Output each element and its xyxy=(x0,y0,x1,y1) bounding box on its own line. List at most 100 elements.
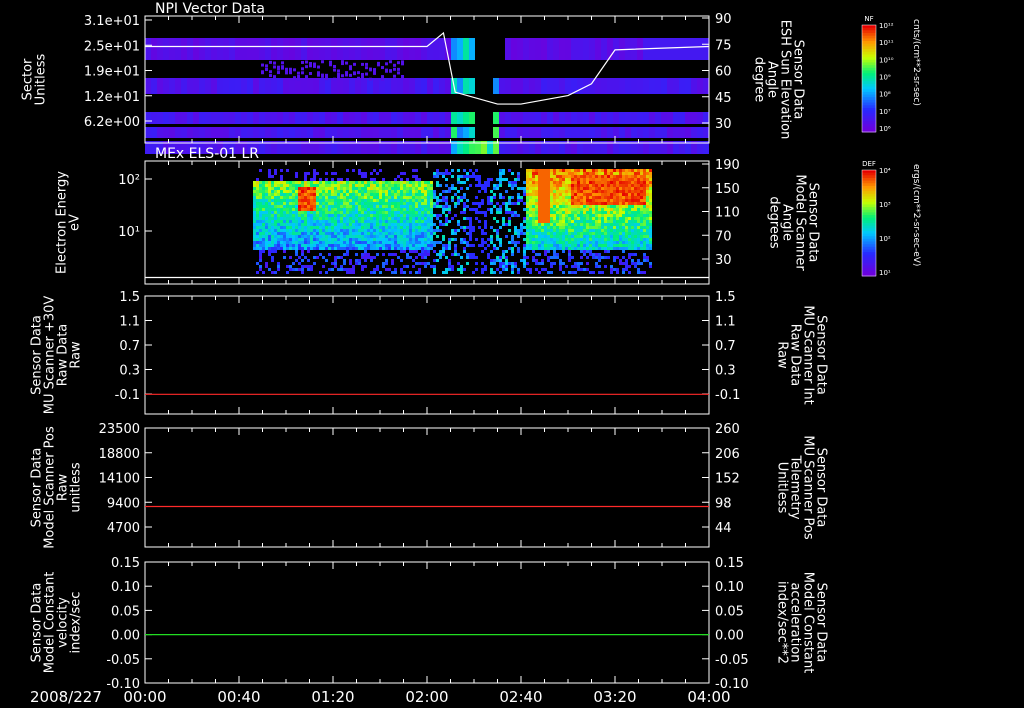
els-heatmap-cell xyxy=(586,202,589,205)
els-heatmap-cell xyxy=(619,169,622,172)
els-heatmap-cell xyxy=(421,205,424,208)
els-heatmap-cell xyxy=(607,199,610,202)
els-heatmap-cell xyxy=(280,217,283,220)
els-heatmap-cell xyxy=(445,172,448,175)
els-heatmap-cell xyxy=(382,202,385,205)
els-heatmap-cell xyxy=(358,187,361,190)
els-heatmap-cell xyxy=(580,223,583,226)
els-heatmap-cell xyxy=(622,214,625,217)
els-heatmap-cell xyxy=(595,193,598,196)
npi-heatmap-cell xyxy=(175,38,181,60)
els-heatmap-cell xyxy=(529,181,532,184)
els-heatmap-cell xyxy=(286,265,289,268)
els-heatmap-cell xyxy=(613,211,616,214)
els-heatmap-cell xyxy=(259,214,262,217)
els-heatmap-cell xyxy=(607,169,610,172)
els-heatmap-cell xyxy=(604,196,607,199)
els-heatmap-cell xyxy=(514,232,517,235)
els-heatmap-cell xyxy=(373,226,376,229)
els-heatmap-cell xyxy=(373,247,376,250)
els-heatmap-cell xyxy=(406,196,409,199)
npi-heatmap-cell xyxy=(577,127,583,138)
npi-heatmap-cell xyxy=(637,127,643,138)
els-heatmap-cell xyxy=(649,211,652,214)
els-heatmap-cell xyxy=(481,184,484,187)
els-heatmap-cell xyxy=(556,256,559,259)
els-heatmap-cell xyxy=(388,217,391,220)
els-heatmap-cell xyxy=(382,208,385,211)
els-heatmap-cell xyxy=(412,187,415,190)
npi-heatmap-cell xyxy=(259,78,265,94)
els-heatmap-cell xyxy=(565,232,568,235)
els-heatmap-cell xyxy=(385,235,388,238)
els-heatmap-cell xyxy=(415,199,418,202)
els-heatmap-cell xyxy=(382,217,385,220)
els-heatmap-cell xyxy=(526,262,529,265)
els-heatmap-cell xyxy=(628,196,631,199)
els-heatmap-cell xyxy=(280,241,283,244)
els-heatmap-cell xyxy=(553,172,556,175)
els-heatmap-cell xyxy=(295,223,298,226)
els-heatmap-cell xyxy=(328,190,331,193)
els-heatmap-cell xyxy=(613,235,616,238)
npi-heatmap-cell xyxy=(655,38,661,60)
els-heatmap-cell xyxy=(427,199,430,202)
els-heatmap-cell xyxy=(580,250,583,253)
els-heatmap-cell xyxy=(649,223,652,226)
els-heatmap-cell xyxy=(571,223,574,226)
els-heatmap-cell xyxy=(304,214,307,217)
els-heatmap-cell xyxy=(538,202,541,205)
els-heatmap-cell xyxy=(547,199,550,202)
els-heatmap-cell xyxy=(352,205,355,208)
npi-heatmap-cell xyxy=(631,127,637,138)
els-heatmap-cell xyxy=(391,229,394,232)
els-heatmap-cell xyxy=(349,214,352,217)
els-heatmap-cell xyxy=(472,253,475,256)
els-heatmap-cell xyxy=(505,235,508,238)
els-heatmap-cell xyxy=(562,181,565,184)
els-heatmap-cell xyxy=(406,208,409,211)
els-heatmap-cell xyxy=(538,199,541,202)
els-heatmap-cell xyxy=(256,181,259,184)
els-heatmap-cell xyxy=(472,244,475,247)
els-heatmap-cell xyxy=(625,229,628,232)
els-heatmap-cell xyxy=(346,169,349,172)
els-heatmap-cell xyxy=(343,214,346,217)
els-heatmap-cell xyxy=(433,202,436,205)
els-heatmap-cell xyxy=(529,202,532,205)
els-heatmap-cell xyxy=(286,247,289,250)
els-heatmap-cell xyxy=(310,187,313,190)
els-heatmap-cell xyxy=(595,229,598,232)
y-tick-label-right: -0.1 xyxy=(715,388,740,403)
npi-heatmap-cell xyxy=(565,78,571,94)
els-heatmap-cell xyxy=(565,181,568,184)
els-heatmap-cell xyxy=(544,175,547,178)
els-heatmap-cell xyxy=(592,214,595,217)
els-heatmap-cell xyxy=(523,259,526,262)
els-heatmap-cell xyxy=(595,169,598,172)
els-heatmap-cell xyxy=(256,214,259,217)
npi-heatmap-cell xyxy=(193,127,199,138)
els-heatmap-cell xyxy=(331,181,334,184)
els-heatmap-cell xyxy=(262,211,265,214)
els-heatmap-cell xyxy=(457,253,460,256)
npi-heatmap-cell xyxy=(289,127,295,138)
els-heatmap-cell xyxy=(637,199,640,202)
els-heatmap-cell xyxy=(301,259,304,262)
els-heatmap-cell xyxy=(565,193,568,196)
els-heatmap-cell xyxy=(571,199,574,202)
npi-heatmap-cell xyxy=(601,112,607,124)
els-heatmap-cell xyxy=(421,208,424,211)
els-heatmap-cell xyxy=(400,238,403,241)
els-heatmap-cell xyxy=(601,241,604,244)
els-heatmap-cell xyxy=(541,214,544,217)
els-heatmap-cell xyxy=(625,178,628,181)
els-heatmap-cell xyxy=(580,235,583,238)
els-heatmap-cell xyxy=(637,235,640,238)
els-heatmap-cell xyxy=(454,229,457,232)
els-heatmap-cell xyxy=(646,190,649,193)
els-heatmap-cell xyxy=(382,220,385,223)
els-heatmap-cell xyxy=(628,187,631,190)
els-heatmap-cell xyxy=(469,253,472,256)
els-heatmap-cell xyxy=(580,214,583,217)
